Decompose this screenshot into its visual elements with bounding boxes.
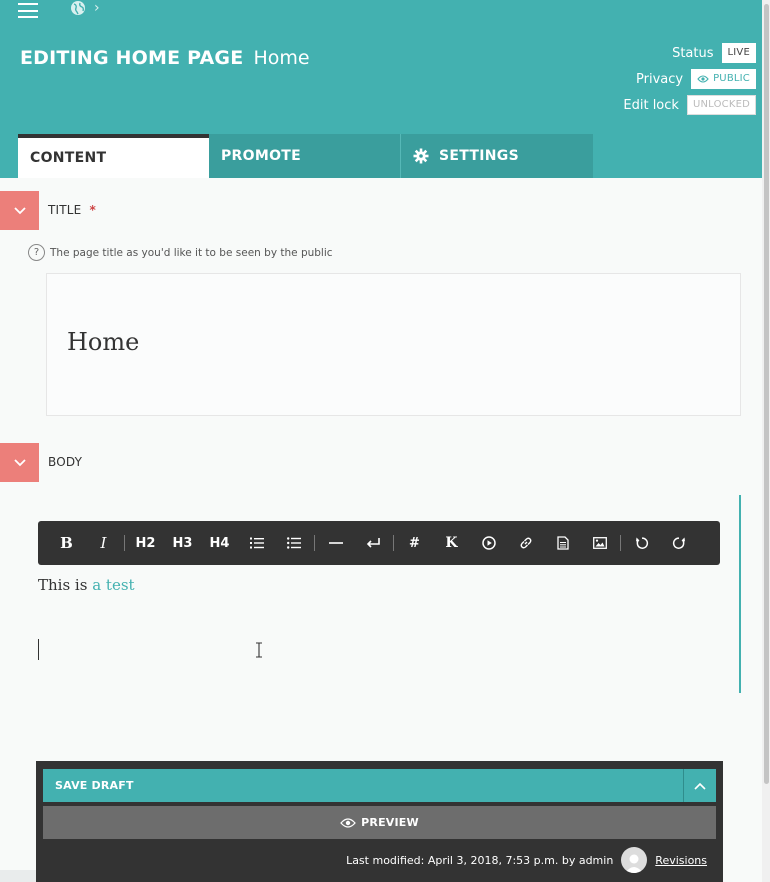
link-icon <box>520 537 531 549</box>
gear-icon <box>413 148 429 164</box>
undo-button[interactable] <box>623 521 660 565</box>
last-modified-row: Last modified: April 3, 2018, 7:53 p.m. … <box>346 847 707 873</box>
kbd-button[interactable]: K <box>433 521 470 565</box>
more-actions-toggle[interactable] <box>683 769 716 802</box>
chevron-down-icon <box>13 206 26 214</box>
save-draft-button[interactable]: SAVE DRAFT <box>43 769 716 802</box>
document-button[interactable] <box>544 521 581 565</box>
tab-bar: CONTENT PROMOTE SETTINGS <box>18 134 593 178</box>
media-play-icon <box>481 536 496 550</box>
ibeam-cursor-icon <box>256 642 262 658</box>
toolbar-divider <box>620 535 621 551</box>
page-bottom-strip <box>0 870 36 882</box>
title-help: ? The page title as you'd like it to be … <box>28 244 333 261</box>
h4-button[interactable]: H4 <box>201 521 238 565</box>
anchor-button[interactable]: # <box>396 521 433 565</box>
embed-button[interactable] <box>470 521 507 565</box>
menu-icon[interactable] <box>18 0 40 18</box>
tab-content[interactable]: CONTENT <box>18 134 209 178</box>
page-title: EDITING HOME PAGE Home <box>20 46 310 70</box>
tab-promote[interactable]: PROMOTE <box>209 134 401 178</box>
ordered-list-button[interactable] <box>238 521 275 565</box>
lock-label: Edit lock <box>623 97 679 113</box>
privacy-label: Privacy <box>636 71 684 87</box>
status-label: Status <box>672 45 714 61</box>
link-button[interactable] <box>507 521 544 565</box>
horizontal-rule-icon <box>328 542 343 544</box>
ordered-list-icon <box>249 537 264 549</box>
toolbar-divider <box>124 535 125 551</box>
h2-button[interactable]: H2 <box>127 521 164 565</box>
editor-focus-line <box>739 495 741 693</box>
user-icon <box>625 854 644 873</box>
toolbar-divider <box>393 535 394 551</box>
undo-icon <box>635 537 648 549</box>
tab-settings[interactable]: SETTINGS <box>401 134 593 178</box>
scrollbar-thumb[interactable] <box>764 4 769 784</box>
title-section-label: TITLE * <box>48 203 96 217</box>
bullet-list-button[interactable] <box>275 521 312 565</box>
action-footer: SAVE DRAFT PREVIEW Last modified: April … <box>36 761 723 882</box>
eye-icon <box>340 817 357 828</box>
edit-lock-button[interactable]: UNLOCKED <box>686 95 756 115</box>
chevron-down-icon <box>13 458 26 466</box>
document-icon <box>556 536 569 550</box>
bullet-list-icon <box>286 537 301 549</box>
body-collapse-button[interactable] <box>0 443 39 482</box>
eye-icon <box>697 75 709 83</box>
body-text-plain: This is <box>38 576 93 594</box>
privacy-value: PUBLIC <box>713 73 750 84</box>
breadcrumb-chevron-icon: › <box>94 0 100 16</box>
title-collapse-button[interactable] <box>0 191 39 230</box>
globe-icon[interactable] <box>70 0 86 16</box>
redo-icon <box>672 537 685 549</box>
tab-settings-label: SETTINGS <box>439 148 519 164</box>
text-caret <box>38 639 39 660</box>
revisions-link[interactable]: Revisions <box>655 854 707 867</box>
preview-label: PREVIEW <box>361 816 419 829</box>
body-editor-text[interactable]: This is a test <box>38 576 135 594</box>
body-text-link[interactable]: a test <box>92 576 134 594</box>
redo-button[interactable] <box>660 521 697 565</box>
bold-button[interactable]: B <box>48 521 85 565</box>
line-break-icon <box>366 538 380 548</box>
required-mark: * <box>89 203 96 217</box>
status-badge[interactable]: LIVE <box>721 43 756 63</box>
italic-button[interactable]: I <box>85 521 122 565</box>
rich-text-toolbar: B I H2 H3 H4 # K <box>38 521 720 565</box>
line-break-button[interactable] <box>354 521 391 565</box>
help-icon: ? <box>28 244 45 261</box>
horizontal-rule-button[interactable] <box>317 521 354 565</box>
lock-row: Edit lock UNLOCKED <box>623 95 756 115</box>
image-button[interactable] <box>581 521 618 565</box>
privacy-button[interactable]: PUBLIC <box>691 69 756 89</box>
save-draft-label: SAVE DRAFT <box>55 779 134 792</box>
image-icon <box>592 537 607 549</box>
body-section-label: BODY <box>48 455 83 469</box>
privacy-row: Privacy PUBLIC <box>636 69 756 89</box>
chevron-up-icon <box>694 782 706 790</box>
h3-button[interactable]: H3 <box>164 521 201 565</box>
last-modified-text: Last modified: April 3, 2018, 7:53 p.m. … <box>346 853 614 867</box>
avatar <box>621 847 648 873</box>
preview-button[interactable]: PREVIEW <box>43 806 716 839</box>
page-title-strong: EDITING HOME PAGE <box>20 47 244 69</box>
title-input-value: Home <box>67 328 140 356</box>
page-title-name: Home <box>253 47 310 69</box>
title-label-text: TITLE <box>48 203 82 217</box>
title-input[interactable]: Home <box>46 273 741 416</box>
help-text: The page title as you'd like it to be se… <box>50 246 333 259</box>
status-row: Status LIVE <box>672 43 756 63</box>
toolbar-divider <box>314 535 315 551</box>
